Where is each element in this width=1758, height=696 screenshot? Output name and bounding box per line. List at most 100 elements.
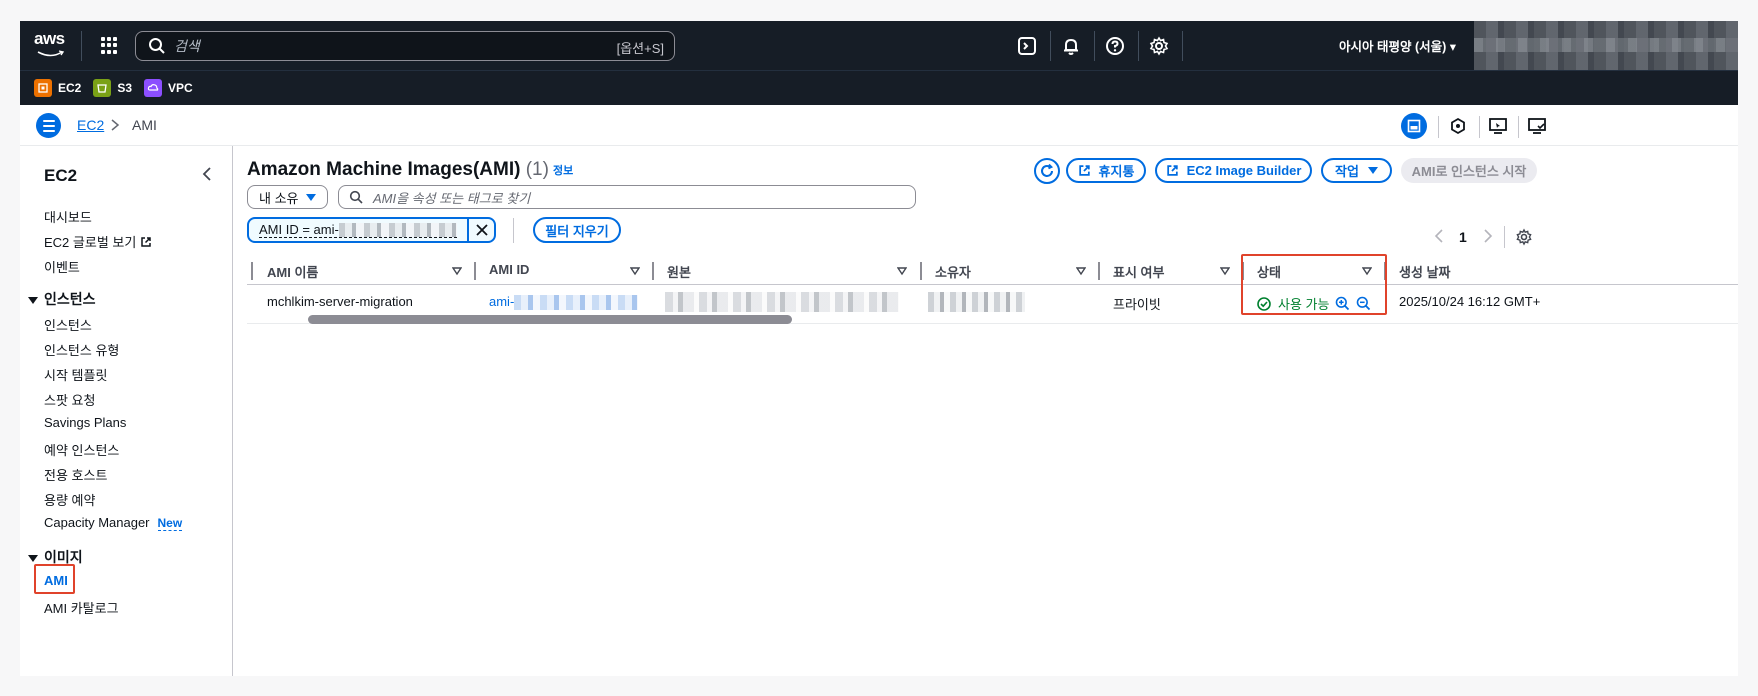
sidebar-item-ami-catalog[interactable]: AMI 카탈로그 [44,598,119,617]
column-header-source[interactable]: 원본 [667,262,691,281]
sidebar-item-dashboard[interactable]: 대시보드 [44,207,92,226]
bell-icon[interactable] [1060,35,1082,57]
chevron-right-icon [111,119,120,131]
launch-instance-from-ami-button[interactable]: AMI로 인스턴스 시작 [1401,158,1537,183]
table-header-divider [247,284,1738,285]
caret-down-icon [28,296,38,304]
column-header-ami-name[interactable]: AMI 이름 [267,262,318,281]
new-badge: New [157,516,183,531]
cloudshell-icon[interactable] [1016,35,1038,57]
sidebar-item-global-view[interactable]: EC2 글로벌 보기 [44,232,152,251]
account-name-redacted [1474,38,1738,52]
info-link[interactable]: 정보 [553,165,573,177]
sidebar-item-savings-plans[interactable]: Savings Plans [44,415,126,430]
breadcrumb-bar: EC2 AMI [20,105,1738,146]
sort-icon[interactable] [1220,266,1230,276]
aws-console: aws 검색 [옵션+S] 아시아 태평양 (서울) ▾ EC2 S3 VPC … [20,21,1738,676]
actions-dropdown-button[interactable]: 작업 [1321,158,1392,183]
highlight-box-status-column [1241,254,1387,315]
sidebar-item-reserved-instances[interactable]: 예약 인스턴스 [44,440,119,459]
sidebar-title: EC2 [44,166,78,185]
sidebar-item-instances[interactable]: 인스턴스 [44,315,92,334]
external-link-icon [1078,165,1090,176]
sidebar-item-events[interactable]: 이벤트 [44,257,80,276]
favorite-ec2[interactable]: EC2 [34,79,81,97]
region-selector[interactable]: 아시아 태평양 (서울) ▾ [1339,36,1456,55]
ami-search-input[interactable]: AMI을 속성 또는 태그로 찾기 [338,185,916,209]
caret-down-icon [306,194,316,201]
sidebar-item-launch-templates[interactable]: 시작 템플릿 [44,365,107,384]
favorites-bar: EC2 S3 VPC [20,70,1738,105]
caret-down-icon [1367,167,1378,174]
column-header-creation-date[interactable]: 생성 날짜 [1399,262,1450,281]
refresh-icon [1041,163,1054,177]
filter-token-label: AMI ID = ami- [259,222,457,239]
divider [513,218,514,243]
highlight-box-ami [34,564,75,594]
favorite-s3[interactable]: S3 [93,79,132,97]
redacted-owner [928,292,1025,312]
ami-count: (1) [525,159,549,180]
divider [81,31,82,61]
clear-filters-button[interactable]: 필터 지우기 [533,217,621,243]
menu-toggle-icon[interactable] [36,113,61,138]
cell-ami-id-link[interactable]: ami- [489,294,639,311]
s3-service-icon [93,79,112,97]
screen-check-icon[interactable] [1526,115,1548,137]
aws-logo[interactable]: aws [34,30,68,61]
collapse-sidebar-icon[interactable] [200,166,214,182]
sort-icon[interactable] [897,266,907,276]
horizontal-scrollbar[interactable] [308,315,792,324]
search-icon [149,38,165,54]
external-link-icon [141,237,151,247]
filter-token[interactable]: AMI ID = ami- [247,217,496,243]
cell-visibility: 프라이빗 [1113,297,1161,312]
redacted-source [665,292,899,312]
sidebar-item-capacity-reservations[interactable]: 용량 예약 [44,490,95,509]
hexagon-icon[interactable] [1447,115,1469,137]
sort-icon[interactable] [452,266,462,276]
current-page-number[interactable]: 1 [1459,229,1467,245]
panel-layout-icon[interactable] [1401,113,1427,139]
settings-gear-icon[interactable] [1148,35,1170,57]
sort-icon[interactable] [1076,266,1086,276]
redacted-ami-id [514,295,639,311]
search-icon [349,190,363,204]
column-header-ami-id[interactable]: AMI ID [489,262,529,277]
table-header: AMI 이름 AMI ID 원본 소유자 표시 여부 상태 생성 날짜 [247,257,1738,284]
caret-down-icon [28,554,38,562]
sidebar-item-instance-types[interactable]: 인스턴스 유형 [44,340,119,359]
breadcrumb-current: AMI [132,117,157,133]
search-placeholder: 검색 [174,38,200,54]
ec2-image-builder-button[interactable]: EC2 Image Builder [1155,158,1312,183]
side-navigation: EC2 대시보드 EC2 글로벌 보기 이벤트 인스턴스 인스턴스 인스턴스 유… [20,146,233,676]
search-shortcut: [옵션+S] [616,41,664,56]
global-search-input[interactable]: 검색 [옵션+S] [135,31,675,61]
ec2-service-icon [34,79,52,97]
column-header-owner[interactable]: 소유자 [935,262,971,281]
remove-filter-button[interactable] [467,219,494,241]
sidebar-item-dedicated-hosts[interactable]: 전용 호스트 [44,465,107,484]
page-title: Amazon Machine Images(AMI) (1) 정보 [247,159,574,180]
services-grid-icon[interactable] [101,37,118,54]
refresh-button[interactable] [1034,158,1060,184]
table-preferences-gear-icon[interactable] [1515,228,1533,246]
column-header-visibility[interactable]: 표시 여부 [1113,262,1164,281]
help-icon[interactable] [1104,35,1126,57]
favorite-vpc[interactable]: VPC [144,79,193,97]
vpc-service-icon [144,79,163,97]
sidebar-section-instances[interactable]: 인스턴스 [28,289,96,309]
close-icon [475,224,488,236]
external-link-icon [1166,165,1178,176]
breadcrumb-ec2[interactable]: EC2 [77,117,104,133]
cell-ami-name: mchlkim-server-migration [267,294,413,309]
recycle-bin-button[interactable]: 휴지통 [1066,158,1146,183]
previous-page-icon[interactable] [1433,229,1445,243]
monitor-cursor-icon[interactable] [1487,115,1509,137]
sort-icon[interactable] [630,266,640,276]
sidebar-item-capacity-manager[interactable]: Capacity Manager New [44,515,183,531]
next-page-icon[interactable] [1482,229,1494,243]
sidebar-item-spot-requests[interactable]: 스팟 요청 [44,390,95,409]
redacted-ami-id [338,223,457,238]
ownership-select[interactable]: 내 소유 [247,185,328,209]
